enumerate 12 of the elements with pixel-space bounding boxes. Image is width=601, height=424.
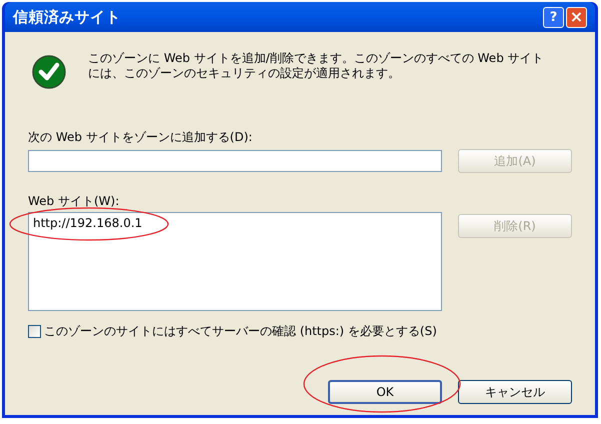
- ok-button[interactable]: OK: [328, 380, 442, 404]
- check-icon: [32, 55, 66, 89]
- window-title: 信頼済みサイト: [13, 6, 122, 28]
- https-checkbox-label: このゾーンのサイトにはすべてサーバーの確認 (https:) を必要とする(S): [44, 323, 437, 340]
- cancel-button[interactable]: キャンセル: [458, 380, 572, 404]
- sites-label: Web サイト(W):: [28, 193, 120, 210]
- close-button[interactable]: ×: [566, 6, 587, 28]
- help-button[interactable]: ?: [543, 6, 564, 28]
- add-site-label: 次の Web サイトをゾーンに追加する(D):: [28, 129, 254, 146]
- zone-description: このゾーンに Web サイトを追加/削除できます。このゾーンのすべての Web サイトには、このゾーンのセキュリティの設定が適用されます。: [88, 51, 545, 81]
- site-input-field[interactable]: [28, 150, 442, 172]
- https-checkbox[interactable]: [28, 324, 41, 338]
